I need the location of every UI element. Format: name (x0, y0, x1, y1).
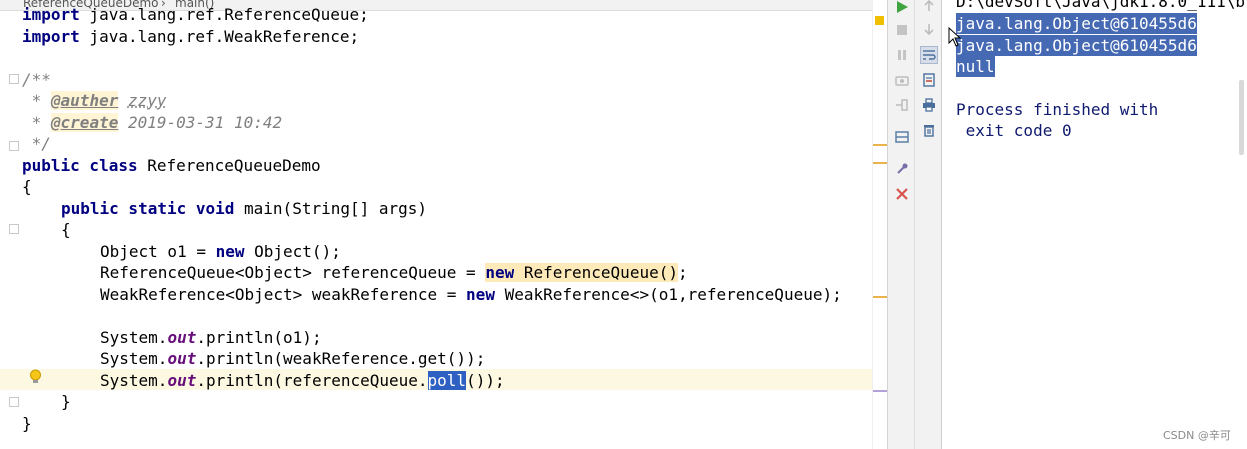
print-icon[interactable] (920, 96, 938, 114)
exit-icon[interactable] (893, 96, 911, 114)
mouse-cursor-icon (948, 27, 962, 47)
scroll-to-end-icon[interactable] (920, 71, 938, 89)
selected-text: poll (427, 371, 467, 390)
lightbulb-icon[interactable] (29, 369, 42, 385)
code-line-16: System.out.println(o1); (100, 328, 322, 347)
fold-marker-method-end[interactable] (9, 397, 19, 407)
code-line-11: { (61, 220, 71, 239)
fold-marker-comment[interactable] (9, 74, 19, 84)
fold-marker-comment-end[interactable] (9, 141, 19, 151)
code-line-2: import java.lang.ref.WeakReference; (22, 27, 360, 46)
warning-marker[interactable] (875, 16, 884, 25)
console-path: D:\devSoft\Java\jdk1.8.0_111\b (956, 0, 1245, 11)
trash-icon[interactable] (920, 121, 938, 139)
code-line-1: import java.lang.ref.ReferenceQueue; (22, 5, 369, 24)
console-output-1[interactable]: java.lang.Object@610455d6 (956, 13, 1197, 34)
code-line-6: * @create 2019-03-31 10:42 (22, 113, 283, 132)
marker-3[interactable] (873, 296, 887, 298)
run-icon[interactable] (893, 0, 911, 16)
code-line-8: public class ReferenceQueueDemo (22, 156, 321, 175)
code-editor[interactable]: ReferenceQueueDemo › main() import java.… (0, 0, 887, 449)
close-icon[interactable] (893, 185, 911, 203)
code-line-5: * @auther zzyy (22, 91, 167, 110)
console-finish-line-1: Process finished with (956, 100, 1159, 119)
console-finish-line-2: exit code 0 (956, 121, 1072, 140)
fold-marker-method[interactable] (9, 224, 19, 234)
marker-1[interactable] (873, 144, 887, 146)
code-line-7: */ (22, 134, 51, 153)
marker-2[interactable] (873, 162, 887, 164)
code-line-19: } (61, 392, 71, 411)
code-line-9: { (22, 177, 32, 196)
up-arrow-icon[interactable] (920, 0, 938, 14)
code-line-18: System.out.println(referenceQueue.poll()… (100, 371, 505, 390)
editor-marker-bar[interactable] (872, 0, 887, 449)
code-line-10: public static void main(String[] args) (61, 199, 428, 218)
marker-4[interactable] (873, 390, 887, 392)
watermark: CSDN @辛可 (1163, 429, 1231, 442)
run-console[interactable]: D:\devSoft\Java\jdk1.8.0_111\b java.lang… (942, 0, 1247, 449)
soft-wrap-icon[interactable] (920, 46, 938, 64)
pin-icon[interactable] (893, 160, 911, 178)
pause-icon[interactable] (893, 46, 911, 64)
code-line-13: ReferenceQueue<Object> referenceQueue = … (100, 263, 688, 282)
code-line-20: } (22, 414, 32, 433)
console-scrollbar[interactable] (1239, 80, 1244, 155)
code-line-14: WeakReference<Object> weakReference = ne… (100, 285, 842, 304)
down-arrow-icon[interactable] (920, 21, 938, 39)
stop-icon[interactable] (893, 21, 911, 39)
run-toolbar-primary (887, 0, 914, 449)
code-line-4: /** (22, 70, 51, 89)
code-line-17: System.out.println(weakReference.get()); (100, 349, 486, 368)
camera-icon[interactable] (893, 71, 911, 89)
layout-icon[interactable] (893, 128, 911, 146)
console-output-3[interactable]: null (956, 56, 995, 77)
console-output-2[interactable]: java.lang.Object@610455d6 (956, 35, 1197, 56)
run-toolbar-secondary (914, 0, 942, 449)
code-line-12: Object o1 = new Object(); (100, 242, 341, 261)
